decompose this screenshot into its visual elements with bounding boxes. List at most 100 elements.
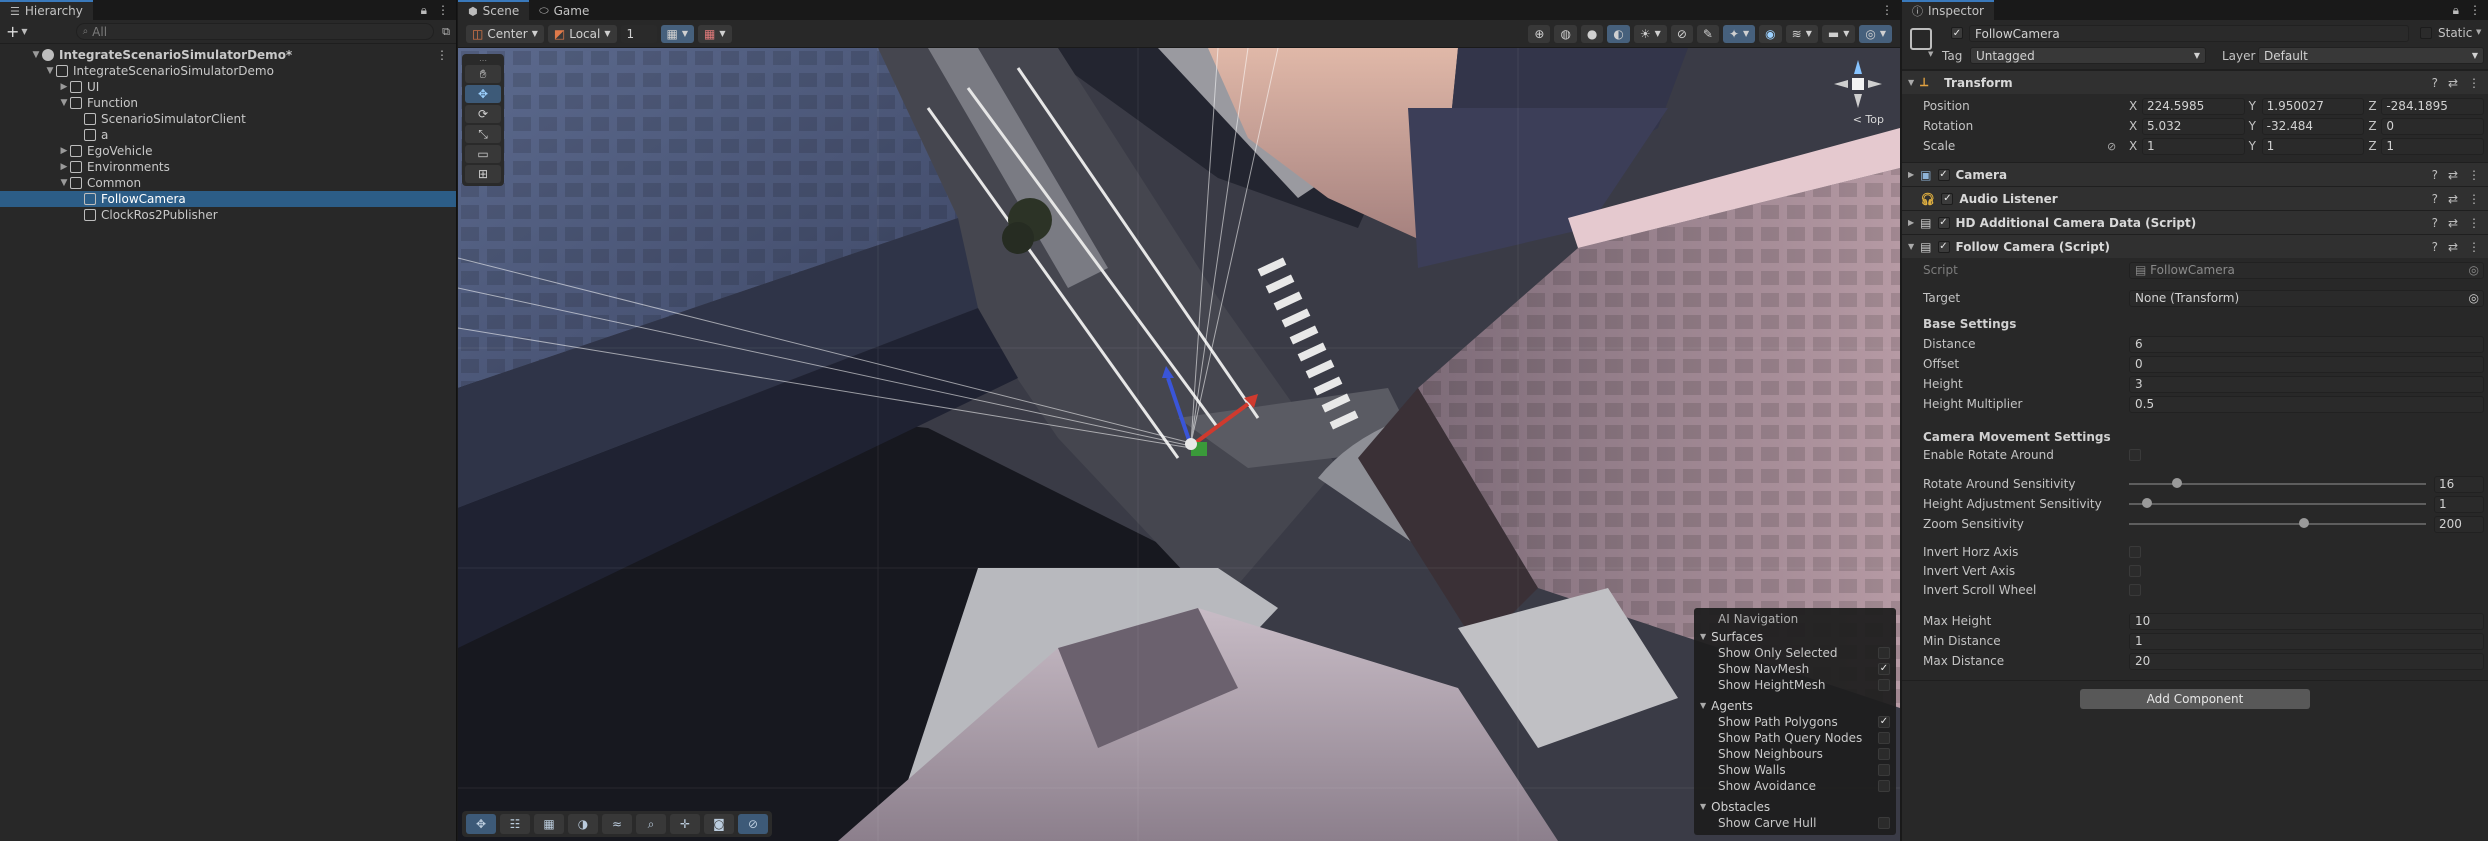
move-tool-button[interactable]: ✥ <box>465 85 501 103</box>
collapse-arrow-icon[interactable]: ▶ <box>58 162 70 172</box>
camera-enabled-checkbox[interactable]: ✓ <box>1937 168 1950 181</box>
height-field[interactable]: 3 <box>2129 375 2484 393</box>
add-component-button[interactable]: Add Component <box>2080 689 2310 709</box>
scene-fx-button[interactable]: ✦ ▼ <box>1722 24 1756 43</box>
hd-camera-data-enabled-checkbox[interactable]: ✓ <box>1937 216 1950 229</box>
expand-arrow-icon[interactable]: ▼ <box>58 178 70 188</box>
help-icon[interactable]: ? <box>2432 192 2438 206</box>
lock-icon[interactable]: 🔒︎ <box>421 3 427 18</box>
static-checkbox[interactable] <box>2420 27 2432 39</box>
orientation-gizmo[interactable]: < Top <box>1830 56 1886 126</box>
transform-component-header[interactable]: ▼ ⟂ Transform ? ⇄ ⋮ <box>1902 70 2488 94</box>
min-distance-field[interactable]: 1 <box>2129 632 2484 650</box>
hierarchy-item[interactable]: ▶ Environments <box>0 159 456 175</box>
active-checkbox[interactable]: ✓ <box>1951 27 1963 39</box>
ai-navigation-option-checkbox[interactable]: ✓ <box>1878 716 1890 728</box>
add-object-button[interactable]: + <box>6 22 19 41</box>
target-field[interactable]: None (Transform) ◎ <box>2129 289 2484 307</box>
offset-field[interactable]: 0 <box>2129 355 2484 373</box>
hierarchy-item[interactable]: FollowCamera <box>0 191 456 207</box>
slider-track[interactable] <box>2129 498 2426 508</box>
hierarchy-item[interactable]: ScenarioSimulatorClient <box>0 111 456 127</box>
more-menu-icon[interactable]: ⋮ <box>2468 168 2480 182</box>
position-y-field[interactable]: 1.950027 <box>2261 97 2365 115</box>
collapse-arrow-icon[interactable]: ▶ <box>58 82 70 92</box>
lighting-toggle-button[interactable]: ☀ ▼ <box>1633 24 1667 43</box>
preset-icon[interactable]: ⇄ <box>2448 240 2458 254</box>
more-menu-icon[interactable]: ⋮ <box>2468 240 2480 254</box>
gizmos-button[interactable]: ◎ ▼ <box>1859 24 1892 43</box>
overlay-pivot-button[interactable]: ✛ <box>670 814 700 834</box>
scale-y-field[interactable]: 1 <box>2261 137 2365 155</box>
help-icon[interactable]: ? <box>2432 216 2438 230</box>
overlay-adjust-button[interactable]: ☷ <box>500 814 530 834</box>
rotate-sensitivity-value[interactable]: 16 <box>2434 475 2484 493</box>
overlay-terrain-button[interactable]: ≈ <box>602 814 632 834</box>
slider-knob[interactable] <box>2141 498 2152 508</box>
rotate-tool-button[interactable]: ⟳ <box>465 105 501 123</box>
overlay-search-button[interactable]: ⌕ <box>636 814 666 834</box>
grid-snapping-button[interactable]: ▦ ▼ <box>660 24 694 43</box>
effects-button[interactable]: ✎ <box>1696 24 1719 43</box>
overlay-camera-button[interactable]: ◙ <box>704 814 734 834</box>
ai-navigation-option-checkbox[interactable] <box>1878 647 1890 659</box>
chevron-down-icon[interactable]: ▼ <box>21 27 27 36</box>
preset-icon[interactable]: ⇄ <box>2448 168 2458 182</box>
audio-listener-component-header[interactable]: ▶ 🎧︎ ✓ Audio Listener ?⇄⋮ <box>1902 186 2488 210</box>
audio-listener-enabled-checkbox[interactable]: ✓ <box>1941 192 1954 205</box>
ai-navigation-option-checkbox[interactable]: ✓ <box>1878 663 1890 675</box>
invert-scroll-checkbox[interactable] <box>2129 583 2141 596</box>
height-adjustment-value[interactable]: 1 <box>2434 495 2484 513</box>
max-height-field[interactable]: 10 <box>2129 612 2484 630</box>
hierarchy-item[interactable]: ▼ Function <box>0 95 456 111</box>
max-distance-field[interactable]: 20 <box>2129 652 2484 670</box>
rotation-y-field[interactable]: -32.484 <box>2261 117 2365 135</box>
overlay-lighting-button[interactable]: ◑ <box>568 814 598 834</box>
orientation-button[interactable]: ⊕ <box>1528 24 1551 43</box>
more-menu-icon[interactable]: ⋮ <box>2468 192 2480 206</box>
height-multiplier-field[interactable]: 0.5 <box>2129 395 2484 413</box>
space-mode-dropdown[interactable]: ◩ Local ▼ <box>547 24 617 43</box>
tools-handle[interactable]: ⋯ <box>465 56 501 65</box>
hd-camera-data-component-header[interactable]: ▶ ▤ ✓ HD Additional Camera Data (Script)… <box>1902 210 2488 234</box>
expand-arrow-icon[interactable]: ▼ <box>44 66 56 76</box>
follow-camera-enabled-checkbox[interactable]: ✓ <box>1937 240 1950 253</box>
hierarchy-item[interactable]: ClockRos2Publisher <box>0 207 456 223</box>
position-x-field[interactable]: 224.5985 <box>2142 97 2245 115</box>
ai-navigation-section[interactable]: ▼ Obstacles <box>1700 798 1890 815</box>
scale-z-field[interactable]: 1 <box>2381 137 2485 155</box>
tag-dropdown[interactable]: Untagged ▼ <box>1970 47 2206 64</box>
more-menu-icon[interactable]: ⋮ <box>2468 76 2480 90</box>
height-adjustment-slider[interactable]: 1 <box>2129 495 2484 513</box>
snap-increment-field[interactable]: 1 <box>620 24 657 43</box>
rotation-z-field[interactable]: 0 <box>2381 117 2485 135</box>
invert-vert-checkbox[interactable] <box>2129 564 2141 577</box>
transform-tool-button[interactable]: ⊞ <box>465 165 501 183</box>
layers-button[interactable]: ≋ ▼ <box>1785 24 1818 43</box>
link-icon[interactable]: ⊘ <box>2107 140 2129 153</box>
ai-navigation-section[interactable]: ▼ Agents <box>1700 697 1890 714</box>
scene-viewport[interactable]: < Top ⋯ ✋︎ ✥ ⟳ ⤡ ▭ ⊞ ✥ ☷ ▦ ◑ ≈ ⌕ ✛ ◙ ⊘ A… <box>458 48 1900 841</box>
ai-navigation-option-checkbox[interactable] <box>1878 780 1890 792</box>
zoom-sensitivity-value[interactable]: 200 <box>2434 515 2484 533</box>
ai-navigation-option-checkbox[interactable] <box>1878 764 1890 776</box>
preset-icon[interactable]: ⇄ <box>2448 192 2458 206</box>
overlay-move-button[interactable]: ✥ <box>466 814 496 834</box>
follow-camera-component-header[interactable]: ▼ ▤ ✓ Follow Camera (Script) ? ⇄ ⋮ <box>1902 234 2488 258</box>
scene-visibility-icon[interactable]: ⧉ <box>442 25 450 39</box>
more-menu-icon[interactable]: ⋮ <box>436 48 456 62</box>
tab-scene[interactable]: ⬢ Scene <box>458 0 530 20</box>
distance-field[interactable]: 6 <box>2129 335 2484 353</box>
overlay-grid-button[interactable]: ▦ <box>534 814 564 834</box>
expand-arrow-icon[interactable]: ▼ <box>30 50 42 60</box>
audio-toggle-button[interactable]: ⊘ <box>1670 24 1693 43</box>
rotate-sensitivity-slider[interactable]: 16 <box>2129 475 2484 493</box>
expand-arrow-icon[interactable]: ▼ <box>58 98 70 108</box>
hierarchy-scene-row[interactable]: ▼ IntegrateScenarioSimulatorDemo* ⋮ <box>0 47 456 63</box>
camera-component-header[interactable]: ▶ ▣ ✓ Camera ? ⇄ ⋮ <box>1902 162 2488 186</box>
lock-icon[interactable]: 🔒︎ <box>2453 3 2459 18</box>
collapse-arrow-icon[interactable]: ▶ <box>58 146 70 156</box>
ai-navigation-option-checkbox[interactable] <box>1878 679 1890 691</box>
more-menu-icon[interactable]: ⋮ <box>437 3 449 17</box>
ai-navigation-section[interactable]: ▼ Surfaces <box>1700 628 1890 645</box>
